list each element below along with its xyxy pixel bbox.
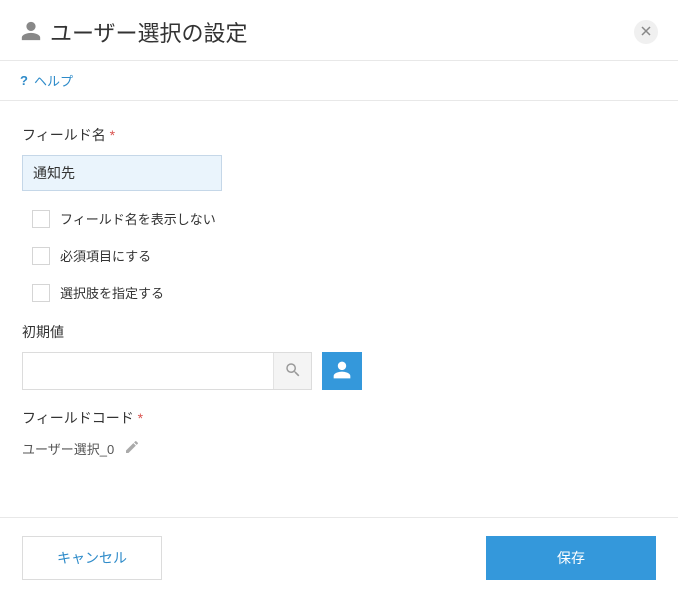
pencil-icon [124,439,140,458]
field-name-label-text: フィールド名 [22,127,106,143]
search-button[interactable] [273,353,311,389]
save-button[interactable]: 保存 [486,536,656,580]
field-code-label: フィールドコード * [22,408,656,428]
cancel-button[interactable]: キャンセル [22,536,162,580]
user-select-settings-dialog: ユーザー選択の設定 ? ヘルプ フィールド名 * フィールド名を表示しない [0,0,678,598]
field-code-value: ユーザー選択_0 [22,439,114,458]
required-mark: * [110,127,115,143]
hide-field-name-row: フィールド名を表示しない [22,209,656,228]
initial-value-input[interactable] [23,353,273,389]
required-label[interactable]: 必須項目にする [60,246,151,265]
field-name-input[interactable] [22,155,222,191]
dialog-footer: キャンセル 保存 [0,517,678,598]
help-icon: ? [20,73,28,88]
dialog-header: ユーザー選択の設定 [0,0,678,60]
required-mark: * [138,410,143,426]
checkbox-group: フィールド名を表示しない 必須項目にする 選択肢を指定する [22,209,656,302]
initial-value-section: 初期値 [22,322,656,390]
close-icon [641,23,651,41]
close-button[interactable] [634,20,658,44]
help-link[interactable]: ? ヘルプ [20,71,73,90]
help-bar: ? ヘルプ [0,60,678,101]
user-picker-button[interactable] [322,352,362,390]
initial-value-label: 初期値 [22,322,656,342]
initial-value-row [22,352,656,390]
restrict-options-row: 選択肢を指定する [22,283,656,302]
hide-field-name-label[interactable]: フィールド名を表示しない [60,209,216,228]
hide-field-name-checkbox[interactable] [32,210,50,228]
dialog-title-wrap: ユーザー選択の設定 [20,16,248,48]
search-icon [284,361,302,382]
dialog-title: ユーザー選択の設定 [50,16,248,48]
initial-value-search-wrap [22,352,312,390]
user-icon [20,20,42,45]
required-checkbox[interactable] [32,247,50,265]
dialog-body: フィールド名 * フィールド名を表示しない 必須項目にする 選択肢を指定する 初… [0,101,678,517]
required-row: 必須項目にする [22,246,656,265]
field-code-section: フィールドコード * ユーザー選択_0 [22,408,656,458]
field-code-value-row: ユーザー選択_0 [22,438,656,458]
restrict-options-label[interactable]: 選択肢を指定する [60,283,164,302]
field-code-label-text: フィールドコード [22,410,134,426]
field-name-label: フィールド名 * [22,125,656,145]
edit-field-code-button[interactable] [122,438,142,458]
help-label: ヘルプ [34,71,73,90]
restrict-options-checkbox[interactable] [32,284,50,302]
user-picker-icon [332,360,352,383]
